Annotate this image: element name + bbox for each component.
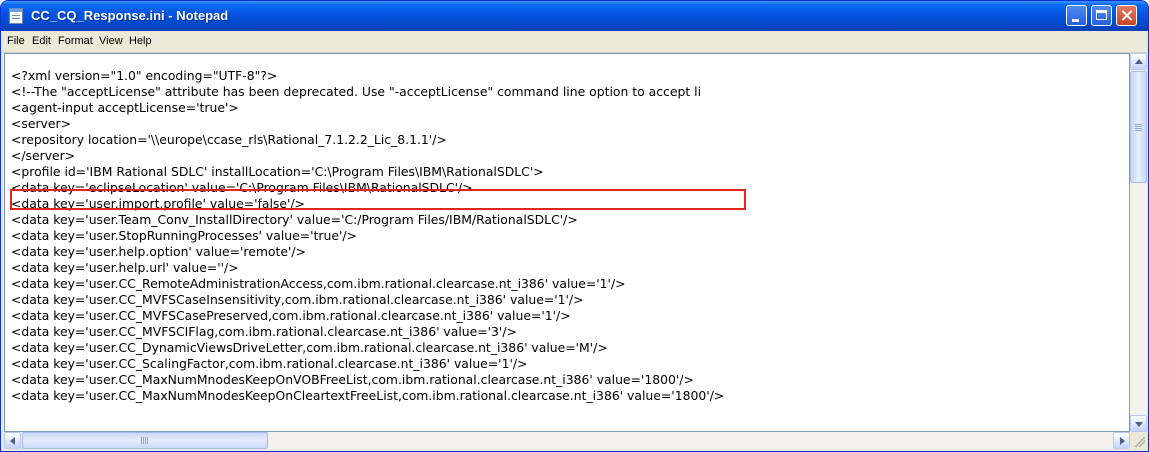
text-line: </server>: [11, 148, 76, 163]
title-bar[interactable]: CC_CQ_Response.ini - Notepad: [1, 1, 1148, 31]
scroll-up-button[interactable]: [1130, 53, 1147, 70]
window-title: CC_CQ_Response.ini - Notepad: [31, 8, 229, 23]
vertical-scroll-thumb[interactable]: [1130, 71, 1147, 183]
close-button[interactable]: [1116, 5, 1137, 26]
minimize-button[interactable]: [1066, 5, 1087, 26]
text-line: <data key='user.help.url' value=''/>: [11, 260, 239, 275]
highlight-rectangle: [10, 189, 746, 210]
menu-file[interactable]: File: [7, 35, 25, 47]
text-line: <profile id='IBM Rational SDLC' installL…: [11, 164, 544, 179]
text-line: <data key='user.CC_MVFSCasePreserved,com…: [11, 308, 571, 323]
text-line: <data key='user.CC_DynamicViewsDriveLett…: [11, 340, 608, 355]
vertical-scrollbar[interactable]: [1130, 53, 1147, 432]
text-line: <data key='user.CC_ScalingFactor,com.ibm…: [11, 356, 528, 371]
scroll-left-button[interactable]: [4, 432, 21, 449]
menu-view[interactable]: View: [99, 35, 123, 47]
arrow-down-icon: [1135, 422, 1143, 427]
text-line: <agent-input acceptLicense='true'>: [11, 100, 239, 115]
text-line: <!--The "acceptLicense" attribute has be…: [11, 84, 702, 99]
arrow-left-icon: [10, 437, 15, 445]
text-line: <data key='user.CC_MVFSCIFlag,com.ibm.ra…: [11, 324, 517, 339]
horizontal-scrollbar[interactable]: [4, 432, 1130, 449]
text-line: <data key='user.Team_Conv_InstallDirecto…: [11, 212, 578, 227]
menu-help[interactable]: Help: [129, 35, 152, 47]
text-line: <data key='user.CC_MaxNumMnodesKeepOnCle…: [11, 388, 725, 403]
resize-grip-icon[interactable]: [1130, 432, 1147, 449]
scroll-right-button[interactable]: [1113, 432, 1130, 449]
menu-format[interactable]: Format: [58, 35, 93, 47]
maximize-button[interactable]: [1091, 5, 1112, 26]
text-line: <?xml version="1.0" encoding="UTF-8"?>: [11, 68, 278, 83]
text-line: <server>: [11, 116, 71, 131]
text-line: <data key='user.CC_RemoteAdministrationA…: [11, 276, 626, 291]
notepad-window: CC_CQ_Response.ini - Notepad File Edit F…: [0, 0, 1149, 452]
scroll-down-button[interactable]: [1130, 415, 1147, 432]
highlighted-text-line: <repository location='\\europe\ccase_rls…: [11, 132, 447, 147]
text-line: <data key='user.CC_MaxNumMnodesKeepOnVOB…: [11, 372, 694, 387]
arrow-up-icon: [1135, 59, 1143, 64]
menu-edit[interactable]: Edit: [32, 35, 51, 47]
arrow-right-icon: [1120, 437, 1125, 445]
menu-bar: File Edit Format View Help: [1, 31, 1148, 53]
notepad-icon[interactable]: [9, 8, 23, 24]
horizontal-scroll-thumb[interactable]: [22, 432, 268, 449]
text-line: <data key='user.help.option' value='remo…: [11, 244, 306, 259]
text-editor[interactable]: <?xml version="1.0" encoding="UTF-8"?> <…: [4, 53, 1130, 432]
text-line: <data key='user.CC_MVFSCaseInsensitivity…: [11, 292, 584, 307]
text-line: <data key='user.StopRunningProcesses' va…: [11, 228, 357, 243]
